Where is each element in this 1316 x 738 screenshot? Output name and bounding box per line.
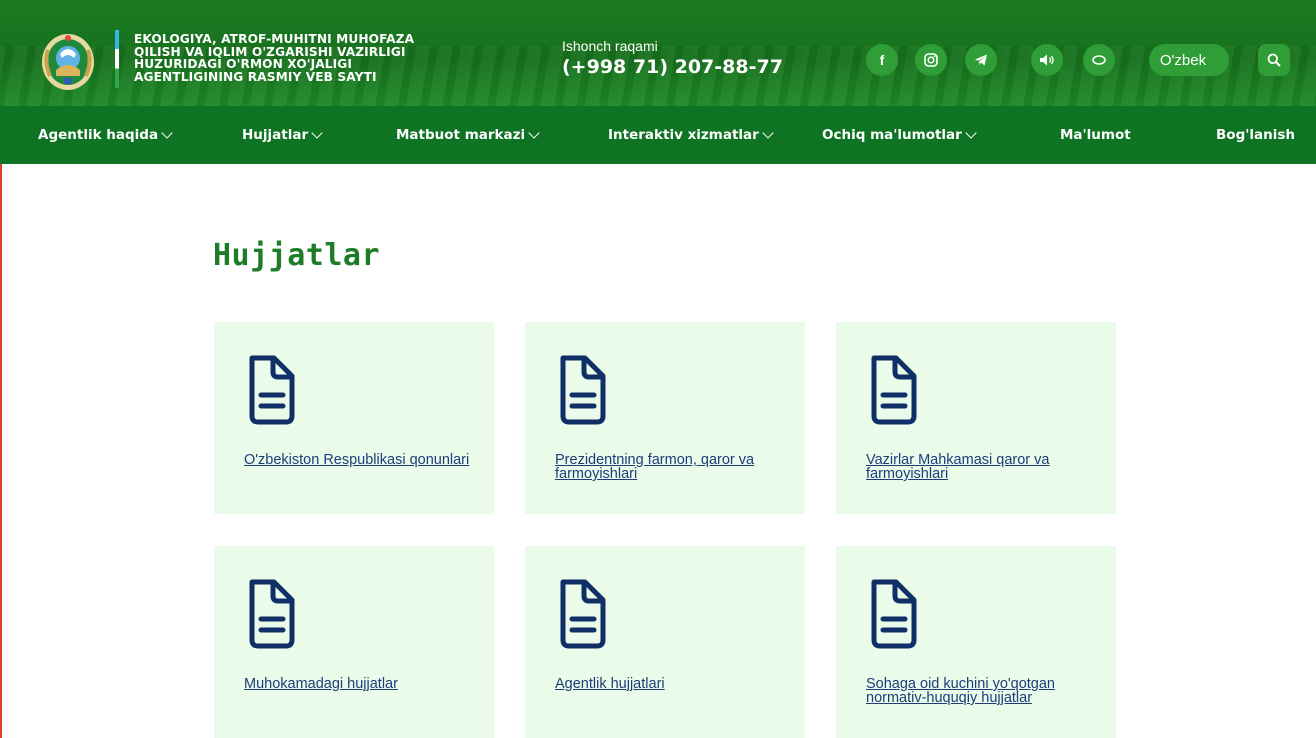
nav-label: Ochiq ma'lumotlar [822,127,962,143]
card-link[interactable]: Sohaga oid kuchini yo'qotgan normativ-hu… [866,677,1096,706]
nav-label: Agentlik haqida [38,127,159,143]
nav-boglanish[interactable]: Bog'lanish [1216,106,1295,164]
eye-icon [1092,55,1106,65]
brand-divider [115,30,119,88]
nav-ochiq-malumotlar[interactable]: Ochiq ma'lumotlar [822,106,977,164]
telegram-icon [975,54,987,66]
document-category-card[interactable]: Muhokamadagi hujjatlar [214,546,494,738]
chevron-down-icon [311,126,323,139]
card-link[interactable]: Prezidentning farmon, qaror va farmoyish… [555,453,785,482]
document-icon [560,579,606,649]
card-link[interactable]: O'zbekiston Respublikasi qonunlari [244,453,474,468]
document-icon [871,579,917,649]
chevron-down-icon [965,126,977,139]
phone-label: Ishonch raqami [562,38,658,54]
nav-label: Bog'lanish [1216,127,1295,143]
card-link[interactable]: Agentlik hujjatlari [555,677,785,692]
document-category-card[interactable]: Sohaga oid kuchini yo'qotgan normativ-hu… [836,546,1116,738]
document-category-card[interactable]: Prezidentning farmon, qaror va farmoyish… [525,322,805,514]
facebook-icon: f [879,52,885,68]
nav-malumot[interactable]: Ma'lumot [1060,106,1131,164]
speaker-icon [1040,54,1054,66]
page-title: Hujjatlar [213,238,381,273]
nav-matbuot-markazi[interactable]: Matbuot markazi [396,106,540,164]
search-button[interactable] [1258,44,1290,76]
chevron-down-icon [528,126,540,139]
document-icon [560,355,606,425]
facebook-button[interactable]: f [866,44,898,76]
nav-agentlik-haqida[interactable]: Agentlik haqida [38,106,173,164]
accessibility-button[interactable] [1083,44,1115,76]
document-icon [871,355,917,425]
agency-name[interactable]: EKOLOGIYA, ATROF-MUHITNI MUHOFAZA QILISH… [134,33,454,83]
nav-hujjatlar[interactable]: Hujjatlar [242,106,323,164]
document-category-card[interactable]: Agentlik hujjatlari [525,546,805,738]
document-category-card[interactable]: Vazirlar Mahkamasi qaror va farmoyishlar… [836,322,1116,514]
sound-button[interactable] [1031,44,1063,76]
nav-interaktiv-xizmatlar[interactable]: Interaktiv xizmatlar [608,106,774,164]
telegram-button[interactable] [965,44,997,76]
phone-number[interactable]: (+998 71) 207-88-77 [562,56,783,78]
document-icon [249,579,295,649]
state-emblem-icon[interactable] [40,30,96,92]
search-icon [1267,53,1281,67]
site-header: EKOLOGIYA, ATROF-MUHITNI MUHOFAZA QILISH… [0,0,1316,106]
document-icon [249,355,295,425]
nav-label: Matbuot markazi [396,127,526,143]
chevron-down-icon [161,126,173,139]
language-label: O'zbek [1159,51,1207,69]
card-link[interactable]: Muhokamadagi hujjatlar [244,677,474,692]
language-selector[interactable]: O'zbek [1149,44,1229,76]
main-navigation: Agentlik haqida Hujjatlar Matbuot markaz… [0,106,1316,164]
chevron-down-icon [762,126,774,139]
document-category-card[interactable]: O'zbekiston Respublikasi qonunlari [214,322,494,514]
instagram-icon [924,53,938,67]
card-link[interactable]: Vazirlar Mahkamasi qaror va farmoyishlar… [866,453,1096,482]
instagram-button[interactable] [915,44,947,76]
nav-label: Interaktiv xizmatlar [608,127,759,143]
nav-label: Hujjatlar [242,127,309,143]
nav-label: Ma'lumot [1060,127,1131,143]
